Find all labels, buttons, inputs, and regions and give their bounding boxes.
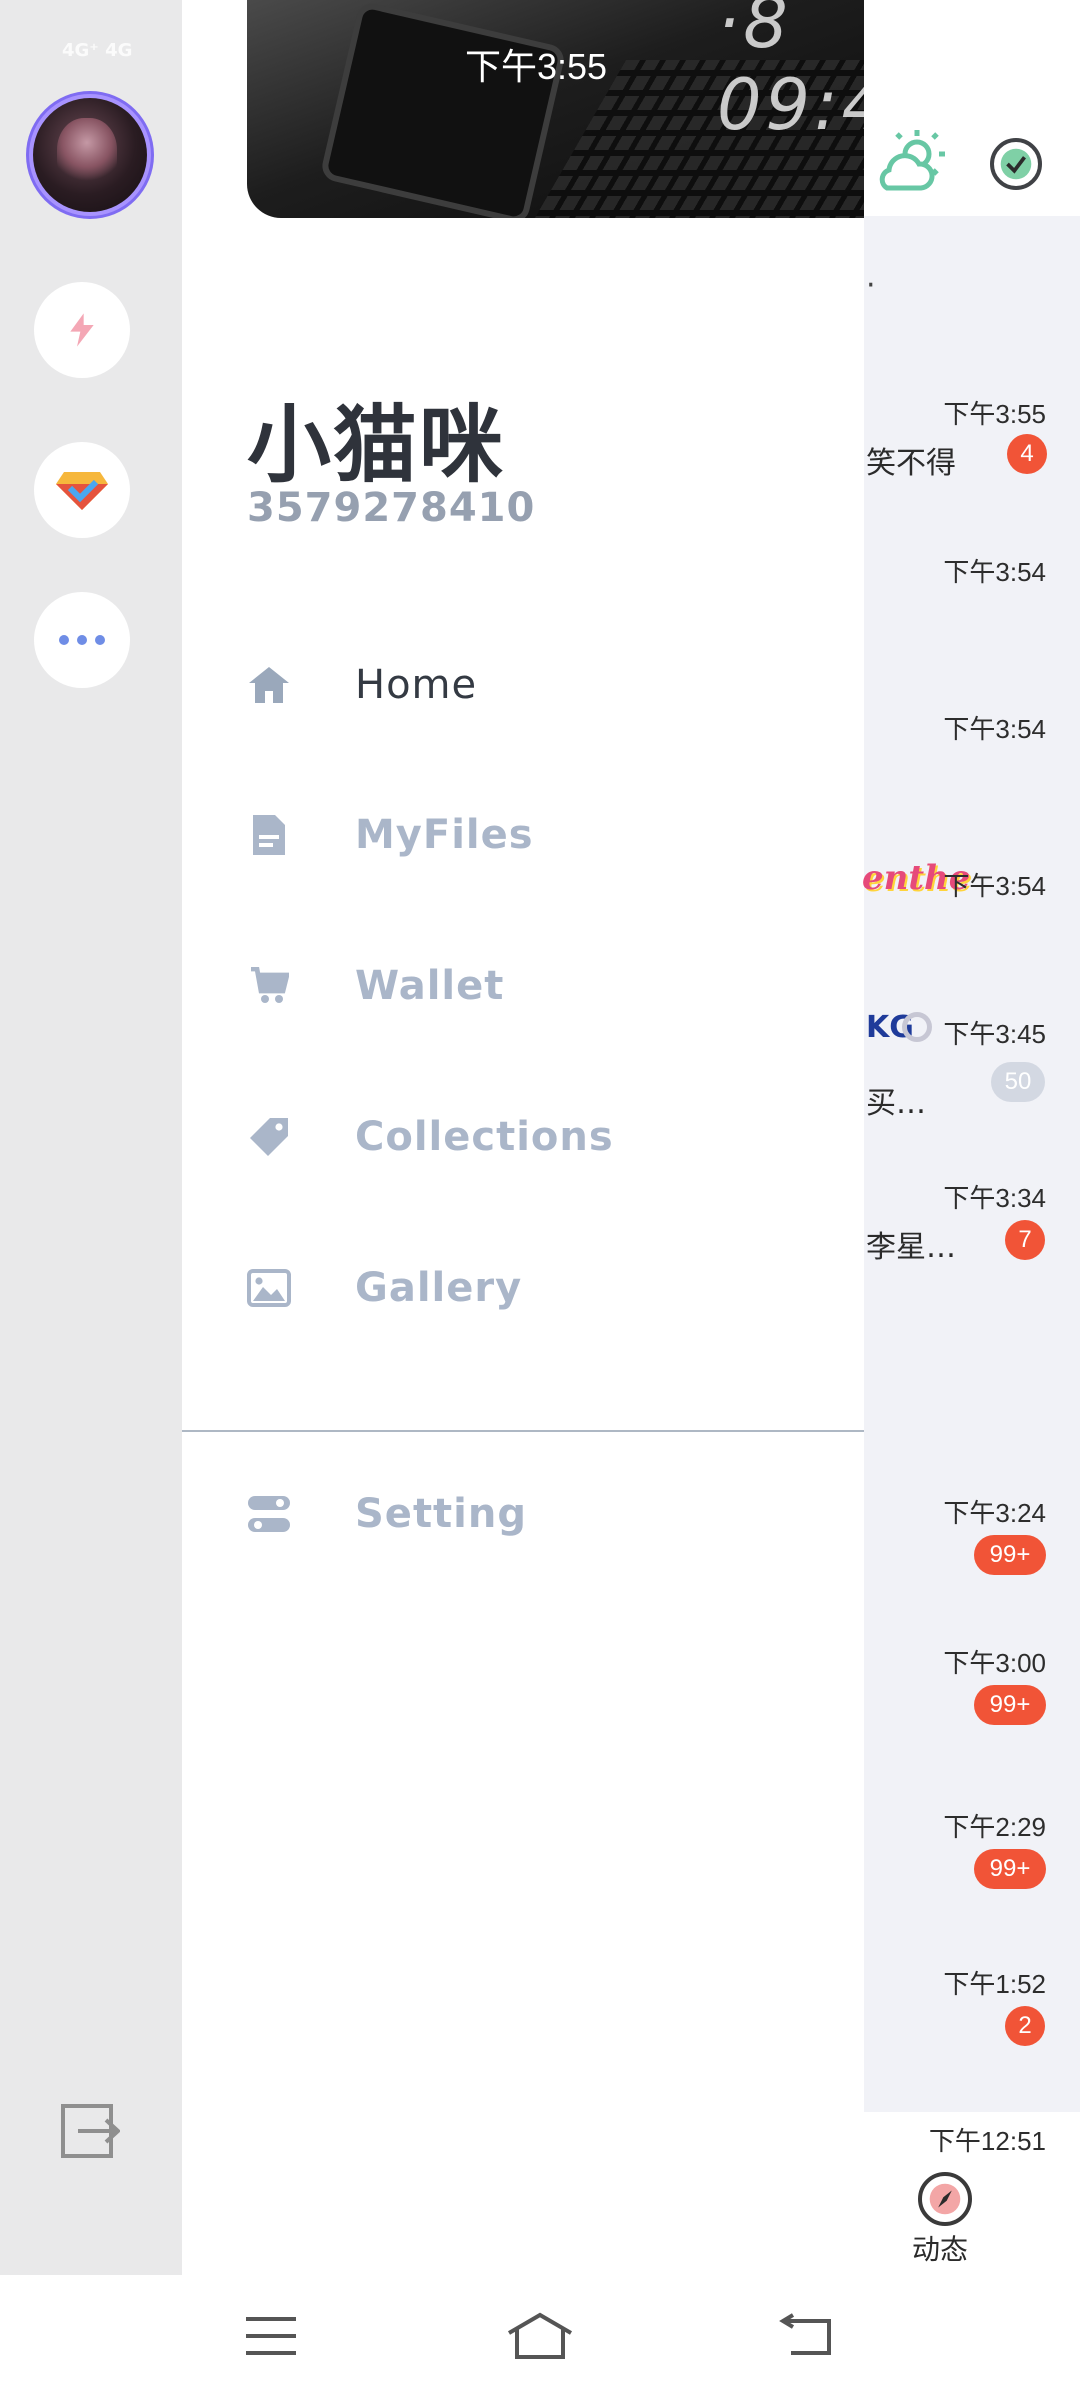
profile-name: 小猫咪 [247, 396, 506, 494]
network-indicator: 4G⁺ 4G [62, 40, 133, 61]
home-icon [247, 663, 291, 707]
menu-item-wallet[interactable]: Wallet [247, 946, 807, 1026]
conversation-time: 下午3:45 [943, 1019, 1046, 1049]
conversation-time: 下午3:55 [943, 399, 1046, 429]
check-icon[interactable] [990, 138, 1042, 190]
unread-badge: 4 [1007, 434, 1047, 474]
home-nav-icon[interactable] [505, 2303, 575, 2369]
menu-item-label: Setting [355, 1491, 527, 1537]
conversation-time: 下午3:34 [943, 1183, 1046, 1213]
menu-icon[interactable] [236, 2303, 306, 2369]
conversation-time: 下午3:54 [943, 871, 1046, 901]
conversation-snippet: 李星… [866, 1230, 956, 1265]
tab-dongtai[interactable]: 动态 [912, 2228, 968, 2268]
cart-icon [247, 964, 291, 1008]
side-drawer: ·8 09:4 小猫咪 3579278410 Home MyFiles Wall… [182, 0, 864, 2275]
weather-icon[interactable] [877, 128, 947, 194]
toggle-icon [247, 1492, 291, 1536]
back-icon[interactable] [772, 2303, 842, 2369]
menu-item-collections[interactable]: Collections [247, 1097, 807, 1177]
unread-badge: 99+ [974, 1849, 1046, 1889]
conversation-snippet: 笑不得 [866, 446, 956, 481]
menu-item-gallery[interactable]: Gallery [247, 1248, 807, 1328]
menu-item-label: Gallery [355, 1265, 523, 1311]
profile-id: 3579278410 [247, 485, 536, 531]
conversation-time: 下午1:52 [943, 1969, 1046, 1999]
menu-item-label: Collections [355, 1114, 614, 1160]
lightning-icon[interactable] [34, 282, 130, 378]
menu-item-label: Home [355, 662, 478, 708]
compass-icon[interactable] [918, 2172, 972, 2226]
profile-cover-image: ·8 09:4 [247, 0, 864, 218]
conversation-snippet: 买… [866, 1086, 926, 1121]
status-time: 下午3:55 [465, 46, 608, 87]
unread-badge: 7 [1005, 1220, 1045, 1260]
conversation-time: 下午12:51 [928, 2126, 1046, 2156]
conversation-time: 下午2:29 [943, 1812, 1046, 1842]
unread-badge: 2 [1005, 2006, 1045, 2046]
conversation-time: 下午3:00 [943, 1648, 1046, 1678]
logout-icon[interactable] [60, 2103, 121, 2159]
tag-icon [247, 1115, 291, 1159]
menu-item-home[interactable]: Home [247, 645, 807, 725]
bottom-tab-bar [864, 2158, 1080, 2275]
conversation-snippet: · [866, 268, 876, 303]
menu-item-myfiles[interactable]: MyFiles [247, 795, 807, 875]
cover-phone-graphic [319, 0, 567, 218]
avatar[interactable] [33, 98, 147, 212]
conversation-time: 下午3:54 [943, 714, 1046, 744]
more-icon[interactable] [34, 592, 130, 688]
conversation-time: 下午3:54 [943, 557, 1046, 587]
unread-badge: 99+ [974, 1535, 1046, 1575]
menu-item-setting[interactable]: Setting [247, 1474, 807, 1554]
unread-badge: 99+ [974, 1685, 1046, 1725]
diamond-icon[interactable] [34, 442, 130, 538]
file-icon [247, 813, 291, 857]
conversation-time: 下午3:24 [943, 1498, 1046, 1528]
menu-divider [182, 1430, 864, 1432]
cover-clock-graphic: ·8 09:4 [717, 0, 864, 146]
image-icon [247, 1266, 291, 1310]
menu-item-label: MyFiles [355, 812, 534, 858]
unread-badge: 50 [991, 1062, 1045, 1102]
group-logo-ring [902, 1012, 932, 1042]
menu-item-label: Wallet [355, 963, 505, 1009]
